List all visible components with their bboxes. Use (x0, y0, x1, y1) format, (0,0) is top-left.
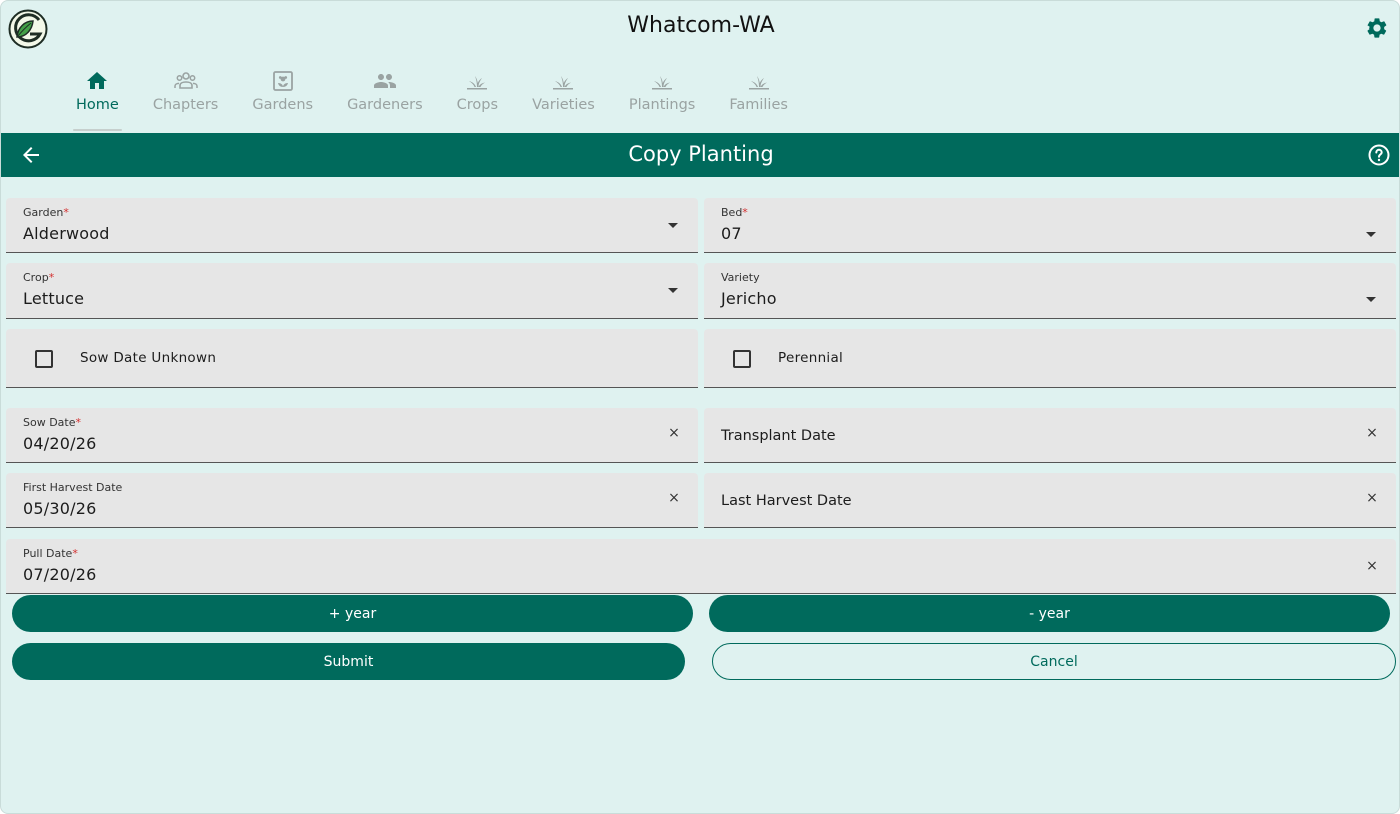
clear-icon[interactable]: × (1365, 559, 1379, 573)
field-label: Garden* (23, 206, 69, 219)
tab-label: Home (76, 97, 119, 113)
clear-icon[interactable]: × (1365, 426, 1379, 440)
field-placeholder: Last Harvest Date (721, 493, 852, 509)
plus-year-button[interactable]: + year (12, 595, 693, 632)
tab-crops[interactable]: Crops (440, 63, 515, 131)
minus-year-button[interactable]: - year (709, 595, 1390, 632)
gear-icon[interactable] (1365, 16, 1389, 40)
dropdown-arrow-icon (668, 223, 678, 228)
tab-label: Plantings (628, 97, 696, 113)
tab-label: Gardeners (347, 97, 423, 113)
field-value: Alderwood (23, 224, 110, 243)
tab-varieties[interactable]: Varieties (515, 63, 612, 131)
sow-date-unknown-checkbox[interactable] (35, 350, 53, 368)
pull-date-field[interactable]: Pull Date* 07/20/26 × (6, 539, 1396, 594)
field-label: Sow Date* (23, 416, 81, 429)
dropdown-arrow-icon (1366, 232, 1376, 237)
tab-plantings[interactable]: Plantings (612, 63, 713, 131)
submit-button[interactable]: Submit (12, 643, 685, 680)
page-toolbar: Copy Planting (1, 133, 1399, 177)
cancel-button[interactable]: Cancel (712, 643, 1396, 680)
tab-label: Crops (456, 97, 499, 113)
first-harvest-date-field[interactable]: First Harvest Date 05/30/26 × (6, 473, 698, 528)
sow-date-field[interactable]: Sow Date* 04/20/26 × (6, 408, 698, 463)
tab-gardeners[interactable]: Gardeners (330, 63, 440, 131)
dropdown-arrow-icon (668, 288, 678, 293)
variety-select[interactable]: Variety Jericho (704, 263, 1396, 319)
garden-frame-icon (272, 71, 293, 91)
field-label: Crop* (23, 271, 55, 284)
field-label: Bed* (721, 206, 748, 219)
tab-label: Chapters (152, 97, 219, 113)
home-icon (87, 72, 108, 89)
tab-chapters[interactable]: Chapters (136, 63, 236, 131)
clear-icon[interactable]: × (667, 491, 681, 505)
tab-gardens[interactable]: Gardens (235, 63, 330, 131)
sprout-icon (652, 76, 673, 90)
sprout-icon (553, 76, 574, 90)
tab-label: Families (729, 97, 788, 113)
garden-select[interactable]: Garden* Alderwood (6, 198, 698, 253)
field-label: Variety (721, 271, 760, 284)
field-value: Lettuce (23, 289, 85, 308)
clear-icon[interactable]: × (1365, 491, 1379, 505)
tab-label: Gardens (252, 97, 314, 113)
app-title: Whatcom-WA (627, 13, 775, 38)
sprout-icon (467, 76, 488, 90)
crop-select[interactable]: Crop* Lettuce (6, 263, 698, 319)
tab-home[interactable]: Home (59, 63, 136, 131)
page-title: Copy Planting (628, 142, 774, 166)
checkbox-label[interactable]: Sow Date Unknown (80, 350, 216, 366)
field-value: 07 (721, 224, 742, 243)
sow-date-unknown-row: Sow Date Unknown (6, 329, 698, 388)
sprout-icon (748, 76, 769, 90)
help-icon[interactable] (1367, 143, 1391, 167)
checkbox-label[interactable]: Perennial (778, 350, 843, 366)
field-value: 07/20/26 (23, 565, 97, 584)
app-window: Whatcom-WA Home Chapters Gardens Gardene… (0, 0, 1400, 814)
perennial-row: Perennial (704, 329, 1396, 388)
field-value: Jericho (721, 289, 777, 308)
clear-icon[interactable]: × (667, 426, 681, 440)
tab-families[interactable]: Families (712, 63, 805, 131)
field-value: 05/30/26 (23, 499, 97, 518)
dropdown-arrow-icon (1366, 297, 1376, 302)
transplant-date-field[interactable]: Transplant Date × (704, 408, 1396, 463)
main-nav: Home Chapters Gardens Gardeners Crops Va… (59, 63, 805, 131)
people-icon (373, 74, 396, 88)
field-label: First Harvest Date (23, 481, 123, 494)
field-placeholder: Transplant Date (721, 428, 836, 444)
tab-label: Varieties (532, 97, 595, 113)
perennial-checkbox[interactable] (733, 350, 751, 368)
bed-select[interactable]: Bed* 07 (704, 198, 1396, 253)
field-label: Pull Date* (23, 547, 78, 560)
groups-icon (173, 72, 198, 89)
last-harvest-date-field[interactable]: Last Harvest Date × (704, 473, 1396, 528)
field-value: 04/20/26 (23, 434, 97, 453)
